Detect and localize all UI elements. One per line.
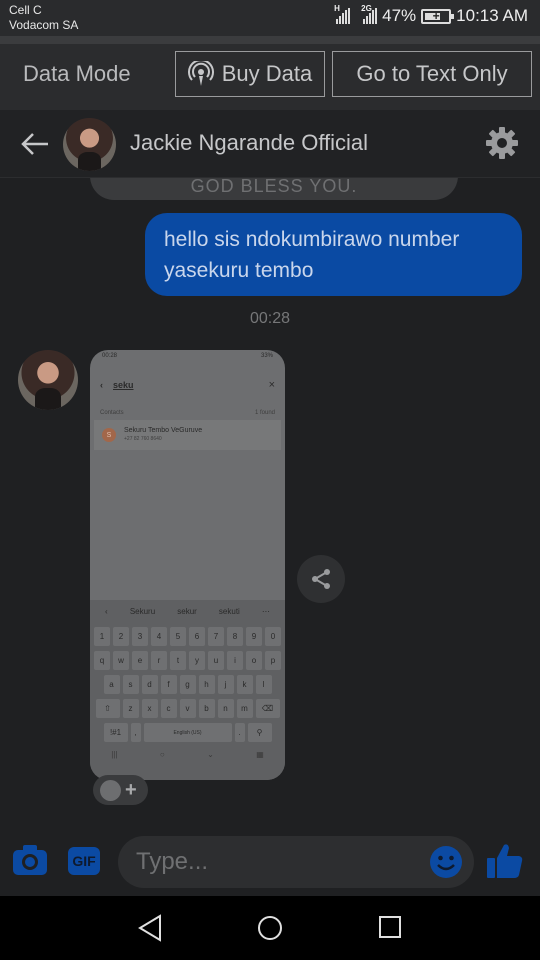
data-mode-label: Data Mode bbox=[23, 61, 131, 86]
chat-header: Jackie Ngarande Official bbox=[0, 110, 540, 178]
divider bbox=[0, 36, 540, 44]
image-status-bar: 00:28 33% bbox=[102, 353, 273, 359]
emoji-icon[interactable] bbox=[429, 845, 463, 879]
status-bar: Cell C Vodacom SA H 2G 47% + 10:13 AM bbox=[0, 0, 540, 36]
incoming-message-partial[interactable]: GOD BLESS YOU. bbox=[90, 178, 458, 200]
key-row-2: qwertyuiop bbox=[90, 651, 285, 670]
carrier-secondary: Vodacom SA bbox=[9, 18, 79, 32]
image-contacts-header: Contacts 1 found bbox=[100, 410, 275, 416]
signal-2g-icon: 2G bbox=[361, 4, 378, 24]
share-button[interactable] bbox=[297, 555, 345, 603]
contact-name[interactable]: Jackie Ngarande Official bbox=[130, 130, 368, 156]
broadcast-icon bbox=[187, 61, 214, 86]
battery-percent: 47% bbox=[382, 6, 417, 25]
add-reaction-button[interactable]: + bbox=[93, 775, 148, 805]
clock: 10:13 AM bbox=[456, 6, 528, 25]
messenger-screen: Cell C Vodacom SA H 2G 47% + 10:13 AM Da… bbox=[0, 0, 540, 960]
system-nav-bar bbox=[0, 896, 540, 960]
text-only-button[interactable]: Go to Text Only bbox=[332, 51, 532, 97]
message-input[interactable] bbox=[136, 846, 426, 878]
message-composer: GIF bbox=[0, 828, 540, 896]
carrier-primary: Cell C bbox=[9, 3, 42, 17]
image-contact-result: S Sekuru Tembo VeGuruve +27 82 760 8640 bbox=[94, 420, 281, 450]
image-nav-bar: ||| ○ ⌄ ▦ bbox=[111, 750, 264, 759]
status-icons: H 2G 47% + 10:13 AM bbox=[334, 4, 528, 26]
outgoing-message[interactable]: hello sis ndokumbirawo number yasekuru t… bbox=[145, 213, 522, 296]
data-mode-bar: Data Mode Buy Data Go to Text Only bbox=[0, 44, 540, 110]
key-row-4: ⇧ z x c v b n m ⌫ bbox=[90, 699, 285, 718]
smiley-icon bbox=[100, 779, 121, 801]
message-list[interactable]: GOD BLESS YOU. hello sis ndokumbirawo nu… bbox=[0, 178, 540, 828]
gear-icon[interactable] bbox=[485, 126, 519, 160]
camera-icon[interactable] bbox=[12, 844, 48, 876]
nav-home-icon[interactable] bbox=[257, 915, 283, 941]
image-keyboard: ‹ Sekuru sekur sekuti ⋯ 1234567890 qwert… bbox=[90, 600, 285, 780]
message-input-container bbox=[118, 836, 474, 888]
shared-image-message[interactable]: 00:28 33% ‹ seku × Contacts 1 found S Se… bbox=[90, 350, 285, 780]
gif-button[interactable]: GIF bbox=[68, 847, 100, 875]
buy-data-label: Buy Data bbox=[221, 61, 313, 86]
nav-back-icon[interactable] bbox=[137, 914, 163, 942]
share-icon bbox=[312, 569, 330, 589]
nav-recents-icon[interactable] bbox=[379, 916, 401, 938]
back-arrow-icon[interactable] bbox=[20, 130, 50, 158]
thumbs-up-icon[interactable] bbox=[486, 842, 524, 880]
contact-avatar[interactable] bbox=[63, 118, 116, 171]
image-suggestions: ‹ Sekuru sekur sekuti ⋯ bbox=[105, 606, 270, 616]
image-search-bar: ‹ seku × bbox=[100, 379, 275, 391]
message-timestamp: 00:28 bbox=[249, 310, 291, 327]
signal-h-icon: H bbox=[334, 4, 351, 24]
carrier-info: Cell C Vodacom SA bbox=[9, 3, 78, 33]
plus-icon: + bbox=[125, 779, 137, 801]
key-row-5: !#1, English (US). ⚲ bbox=[90, 723, 285, 742]
key-row-1: 1234567890 bbox=[90, 627, 285, 646]
buy-data-button[interactable]: Buy Data bbox=[175, 51, 325, 97]
key-row-3: asdfghjkl bbox=[90, 675, 285, 694]
text-only-label: Go to Text Only bbox=[356, 61, 508, 86]
battery-icon: + bbox=[421, 8, 455, 24]
sender-avatar[interactable] bbox=[18, 350, 78, 410]
